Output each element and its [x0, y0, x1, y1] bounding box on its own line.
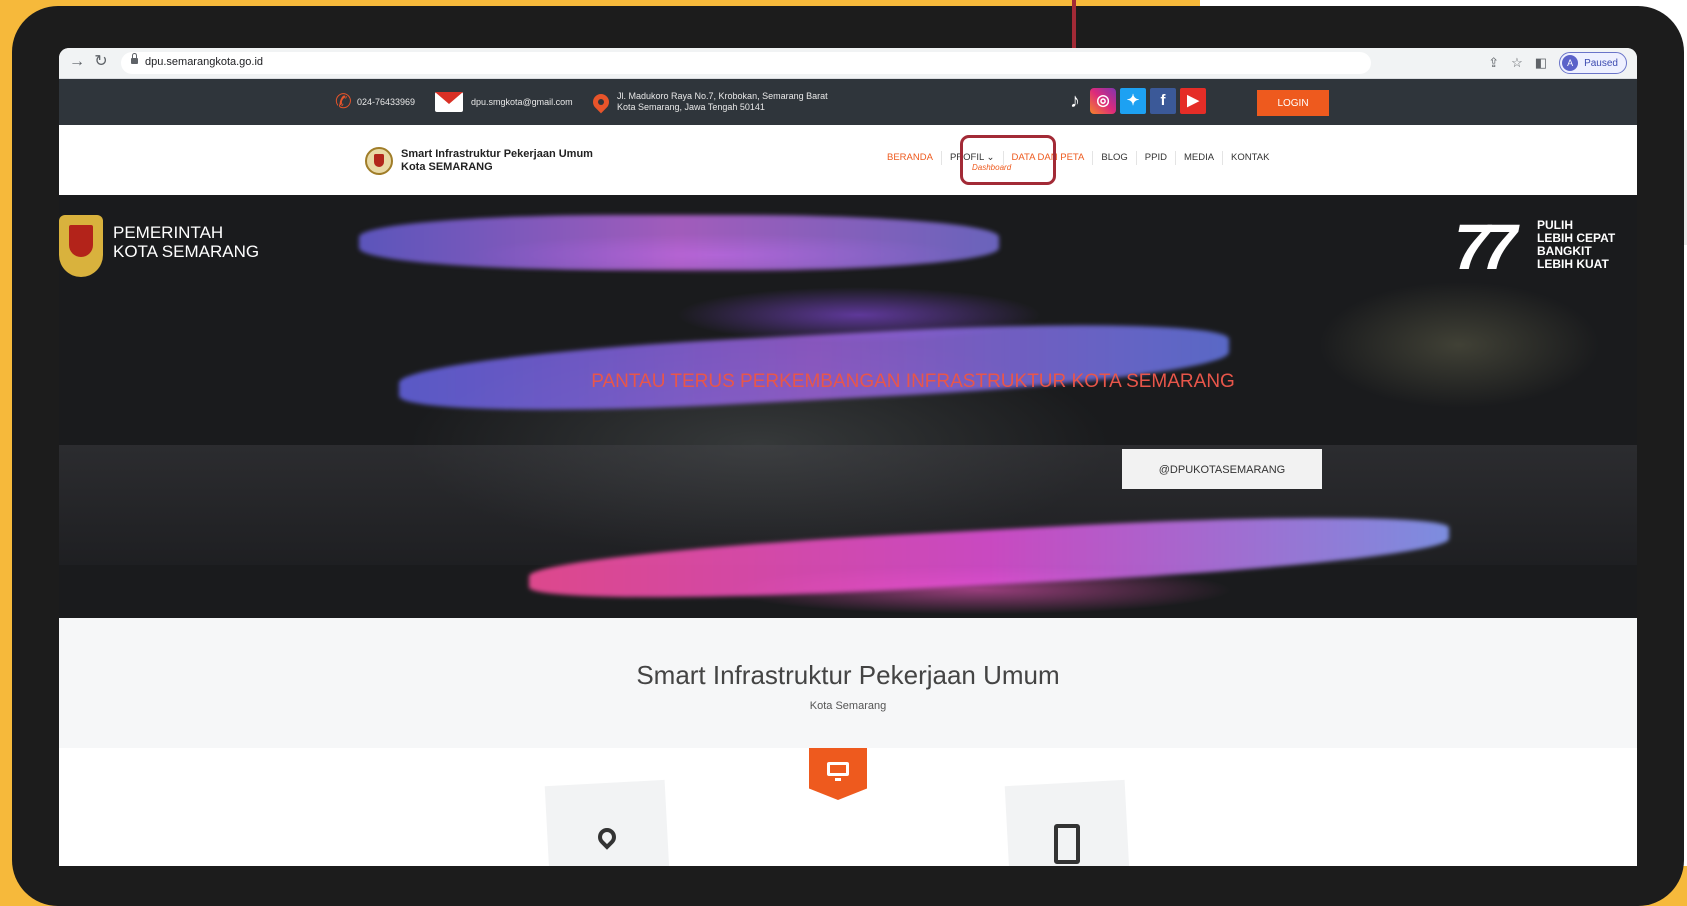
site-name-line1: Smart Infrastruktur Pekerjaan Umum	[401, 148, 593, 160]
profile-button[interactable]: A Paused	[1559, 52, 1627, 74]
nav-beranda[interactable]: BERANDA	[879, 151, 941, 165]
share-icon[interactable]: ⇪	[1488, 55, 1499, 71]
phone-icon: ✆	[335, 91, 352, 113]
government-label-line1: PEMERINTAH	[113, 223, 224, 242]
paused-label: Paused	[1584, 57, 1618, 69]
site-name: Smart Infrastruktur Pekerjaan Umum Kota …	[401, 148, 593, 174]
contact-bar: ✆ 024-76433969 dpu.smgkota@gmail.com Jl.…	[59, 79, 1637, 125]
city-seal-icon	[365, 147, 393, 175]
address-line2: Kota Semarang, Jawa Tengah 50141	[617, 102, 765, 112]
browser-toolbar: → ↻ dpu.semarangkota.go.id ⇪ ☆ ◧ A Pause…	[59, 48, 1637, 79]
twitter-icon[interactable]: ✦	[1120, 88, 1146, 114]
feature-badge-dashboard[interactable]	[809, 748, 867, 800]
hero-banner: PEMERINTAH KOTA SEMARANG 77 PULIH LEBIH …	[59, 195, 1637, 618]
slogan-line2: LEBIH CEPAT	[1537, 231, 1616, 245]
phone-contact[interactable]: ✆ 024-76433969	[335, 79, 415, 125]
hero-fountain-far	[359, 215, 999, 270]
mail-icon	[435, 92, 463, 112]
email-contact[interactable]: dpu.smgkota@gmail.com	[435, 79, 573, 125]
browser-actions: ⇪ ☆ ◧ A Paused	[1488, 52, 1627, 74]
forward-icon[interactable]: →	[67, 52, 87, 72]
site-header: Smart Infrastruktur Pekerjaan Umum Kota …	[59, 125, 1637, 195]
tablet-icon	[1054, 824, 1080, 864]
main-nav: BERANDA PROFIL ⌄ DATA DAN PETA BLOG PPID…	[879, 151, 1277, 165]
slogan-line4: LEBIH KUAT	[1537, 257, 1609, 271]
government-emblem-icon	[59, 215, 103, 277]
site-logo[interactable]: Smart Infrastruktur Pekerjaan Umum Kota …	[365, 147, 593, 175]
social-links: ♪ ◎ ✦ f ▶	[1064, 88, 1206, 114]
features-section	[59, 748, 1637, 866]
lock-icon	[131, 53, 138, 64]
monitor-icon	[827, 762, 849, 781]
bookmark-star-icon[interactable]: ☆	[1511, 55, 1523, 71]
browser-window: → ↻ dpu.semarangkota.go.id ⇪ ☆ ◧ A Pause…	[59, 48, 1637, 866]
address-line1: Jl. Madukoro Raya No.7, Krobokan, Semara…	[617, 91, 828, 101]
address-bar[interactable]: dpu.semarangkota.go.id	[121, 52, 1371, 74]
url-text: dpu.semarangkota.go.id	[145, 56, 264, 68]
feature-card-map[interactable]	[544, 779, 670, 866]
anniversary-slogan: PULIH LEBIH CEPAT BANGKIT LEBIH KUAT	[1537, 219, 1615, 271]
nav-ppid[interactable]: PPID	[1135, 151, 1175, 165]
intro-title: Smart Infrastruktur Pekerjaan Umum	[636, 660, 1060, 690]
address-contact: Jl. Madukoro Raya No.7, Krobokan, Semara…	[589, 79, 828, 125]
tiktok-icon[interactable]: ♪	[1064, 88, 1086, 114]
nav-blog[interactable]: BLOG	[1092, 151, 1135, 165]
instagram-handle-button[interactable]: @DPUKOTASEMARANG	[1122, 449, 1322, 489]
address-text: Jl. Madukoro Raya No.7, Krobokan, Semara…	[617, 91, 828, 113]
slogan-line3: BANGKIT	[1537, 244, 1592, 258]
youtube-icon[interactable]: ▶	[1180, 88, 1206, 114]
nav-kontak[interactable]: KONTAK	[1222, 151, 1277, 165]
facebook-icon[interactable]: f	[1150, 88, 1176, 114]
phone-number: 024-76433969	[357, 97, 416, 107]
highlight-data-dan-peta	[960, 135, 1056, 185]
location-pin-icon	[589, 90, 613, 114]
submenu-dashboard[interactable]: Dashboard	[972, 163, 1011, 172]
intro-subtitle: Kota Semarang	[809, 700, 887, 712]
reload-icon[interactable]: ↻	[91, 52, 111, 72]
avatar: A	[1562, 55, 1579, 71]
hero-tagline: PANTAU TERUS PERKEMBANGAN INFRASTRUKTUR …	[591, 371, 1235, 392]
side-panel-icon[interactable]: ◧	[1535, 55, 1547, 71]
nav-media[interactable]: MEDIA	[1174, 151, 1222, 165]
intro-section: Smart Infrastruktur Pekerjaan Umum Kota …	[59, 618, 1637, 748]
site-name-line2: Kota SEMARANG	[401, 161, 493, 173]
login-button[interactable]: LOGIN	[1257, 90, 1329, 116]
anniversary-number: 77	[1454, 211, 1517, 283]
hero-fountain-mid	[399, 313, 1229, 422]
email-address: dpu.smgkota@gmail.com	[471, 97, 573, 107]
government-label-line2: KOTA SEMARANG	[113, 242, 260, 261]
slogan-line1: PULIH	[1537, 218, 1573, 232]
government-label: PEMERINTAH KOTA SEMARANG	[113, 223, 259, 261]
instagram-icon[interactable]: ◎	[1090, 88, 1116, 114]
